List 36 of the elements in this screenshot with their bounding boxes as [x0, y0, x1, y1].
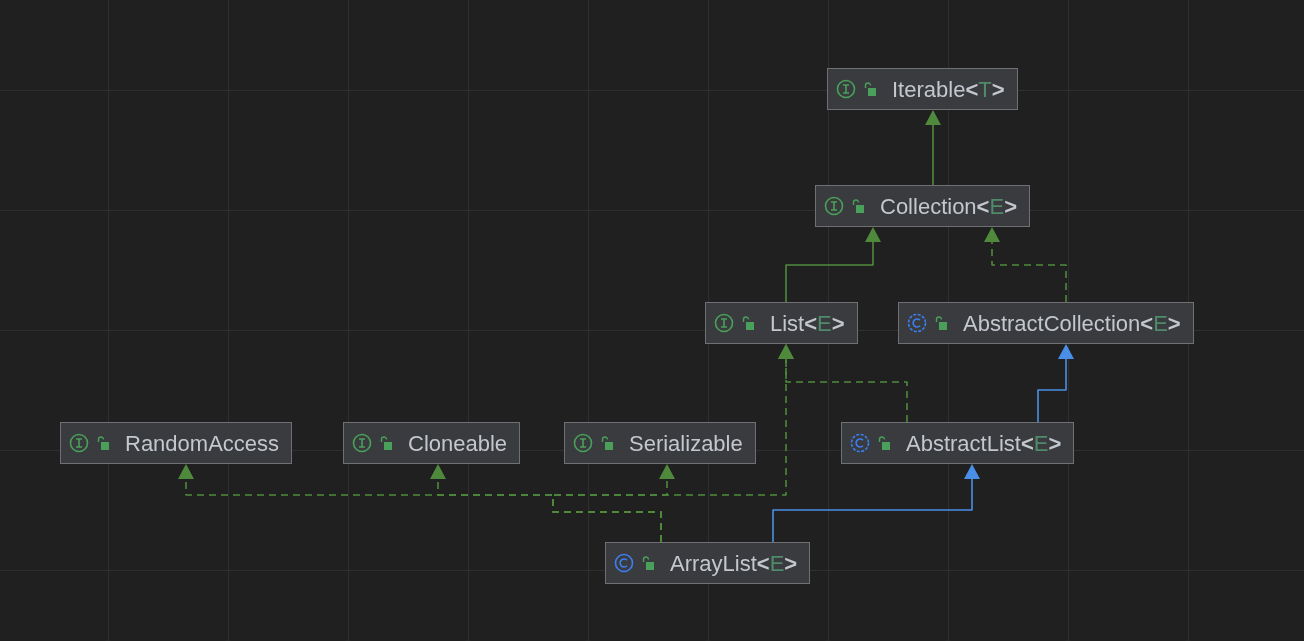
interface-icon [352, 433, 372, 453]
class-icon [614, 553, 634, 573]
interface-icon [69, 433, 89, 453]
class-name: AbstractCollection<E> [963, 309, 1181, 338]
class-node[interactable]: AbstractCollection<E> [898, 302, 1194, 344]
class-name: Serializable [629, 429, 743, 458]
class-node[interactable]: Iterable<T> [827, 68, 1018, 110]
class-node[interactable]: ArrayList<E> [605, 542, 811, 584]
class-node[interactable]: RandomAccess [60, 422, 293, 464]
interface-icon [824, 196, 844, 216]
open-lock-icon [642, 556, 654, 570]
class-name: AbstractList<E> [906, 429, 1062, 458]
open-lock-icon [935, 316, 947, 330]
open-lock-icon [864, 82, 876, 96]
class-name: List<E> [770, 309, 845, 338]
class-name: ArrayList<E> [670, 549, 798, 578]
abstract-class-icon [907, 313, 927, 333]
class-node[interactable]: Serializable [564, 422, 756, 464]
open-lock-icon [742, 316, 754, 330]
open-lock-icon [97, 436, 109, 450]
class-node[interactable]: Cloneable [343, 422, 521, 464]
class-name: Cloneable [408, 429, 508, 458]
interface-icon [573, 433, 593, 453]
class-node[interactable]: AbstractList<E> [841, 422, 1075, 464]
class-name: Collection<E> [880, 192, 1017, 221]
interface-icon [836, 79, 856, 99]
class-node[interactable]: List<E> [705, 302, 858, 344]
open-lock-icon [878, 436, 890, 450]
class-node[interactable]: Collection<E> [815, 185, 1030, 227]
open-lock-icon [380, 436, 392, 450]
abstract-class-icon [850, 433, 870, 453]
open-lock-icon [852, 199, 864, 213]
open-lock-icon [601, 436, 613, 450]
class-name: RandomAccess [125, 429, 280, 458]
class-name: Iterable<T> [892, 75, 1005, 104]
interface-icon [714, 313, 734, 333]
